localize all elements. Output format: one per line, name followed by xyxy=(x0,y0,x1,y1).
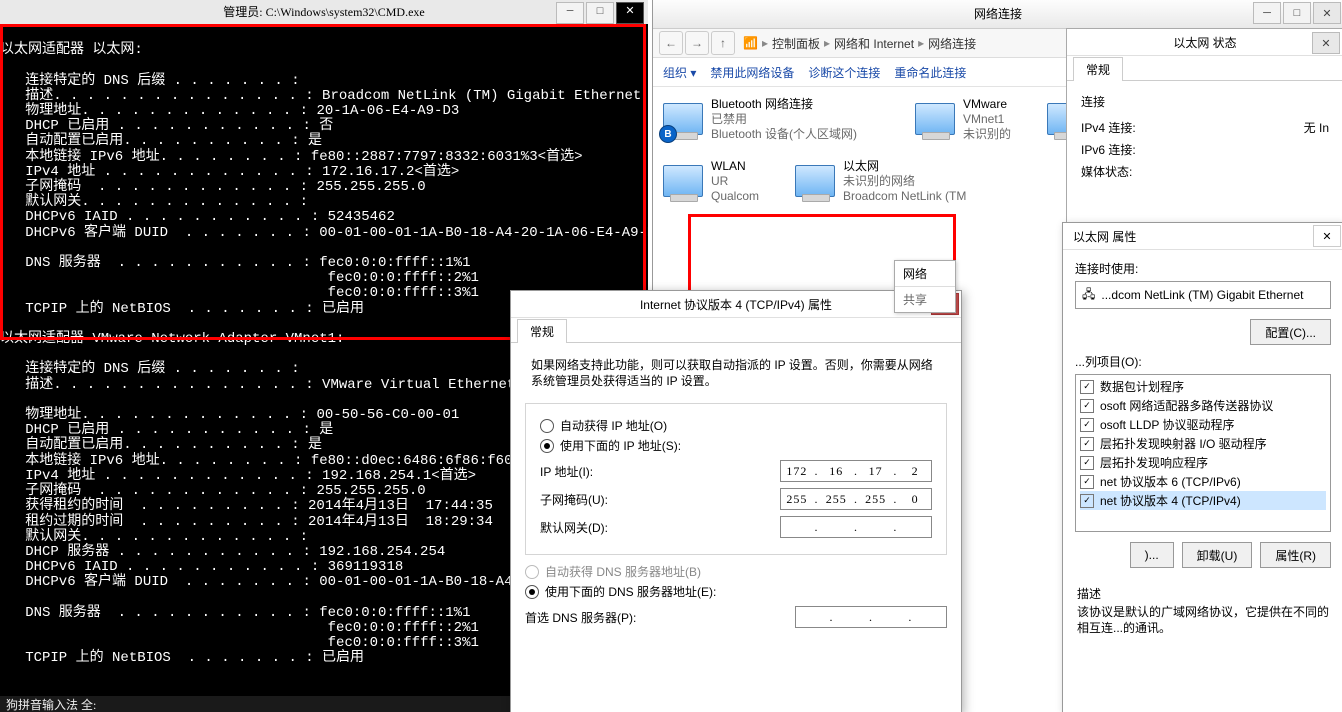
ethernet-properties-dialog: 以太网 属性 ✕ 连接时使用: 🖧 ...dcom NetLink (TM) G… xyxy=(1062,222,1342,712)
ime-bar: 狗拼音输入法 全: xyxy=(0,696,516,712)
breadcrumb: 📶▸ 控制面板▸ 网络和 Internet▸ 网络连接 xyxy=(743,35,976,52)
ip-input[interactable]: 172. 16. 17. 2 xyxy=(780,460,932,482)
radio-ip-manual[interactable]: 使用下面的 IP 地址(S): xyxy=(540,437,932,454)
prop-title: 以太网 属性 xyxy=(1073,228,1136,245)
eth-tab-share[interactable]: 共享 xyxy=(895,287,955,312)
bc-control-panel[interactable]: 控制面板 xyxy=(772,35,820,52)
cmd-maximize[interactable]: □ xyxy=(586,2,614,24)
status-title: 以太网 状态 xyxy=(1173,34,1236,51)
bc-network-internet[interactable]: 网络和 Internet xyxy=(834,35,914,52)
conn-vmnet1[interactable]: VMwareVMnet1未识别的 xyxy=(911,95,1035,151)
bluetooth-icon: B xyxy=(659,125,677,143)
prop-install-button[interactable]: )... xyxy=(1130,542,1174,568)
prop-conn-using-label: 连接时使用: xyxy=(1075,260,1331,277)
list-item-selected: ✓net 协议版本 4 (TCP/IPv4) xyxy=(1080,491,1326,510)
radio-dns-manual[interactable]: 使用下面的 DNS 服务器地址(E): xyxy=(525,583,947,600)
mask-label: 子网掩码(U): xyxy=(540,491,690,508)
mask-input[interactable]: 255. 255. 255. 0 xyxy=(780,488,932,510)
status-tab-general[interactable]: 常规 xyxy=(1073,57,1123,81)
conn-wlan[interactable]: WLANURQualcom xyxy=(659,157,783,213)
gateway-input[interactable]: . . . xyxy=(780,516,932,538)
checkbox-icon[interactable]: ✓ xyxy=(1080,399,1094,413)
nic-small-icon: 🖧 xyxy=(1082,285,1095,306)
nc-minimize[interactable]: ─ xyxy=(1253,2,1281,24)
prop-desc-hdr: 描述 xyxy=(1077,586,1329,602)
gateway-label: 默认网关(D): xyxy=(540,519,690,536)
radio-dns-auto: 自动获得 DNS 服务器地址(B) xyxy=(525,563,947,580)
status-ipv6-label: IPv6 连接: xyxy=(1081,139,1136,161)
radio-ip-auto[interactable]: 自动获得 IP 地址(O) xyxy=(540,417,932,434)
ipv4-tab-general[interactable]: 常规 xyxy=(517,319,567,343)
list-item: ✓osoft 网络适配器多路传送器协议 xyxy=(1080,396,1326,415)
ipv4-title: Internet 协议版本 4 (TCP/IPv4) 属性 xyxy=(640,296,832,313)
status-section-conn: 连接 xyxy=(1081,91,1329,113)
cmd-minimize[interactable]: ─ xyxy=(556,2,584,24)
nav-back[interactable]: ← xyxy=(659,31,683,55)
nav-forward[interactable]: → xyxy=(685,31,709,55)
status-media-label: 媒体状态: xyxy=(1081,161,1132,183)
prop-properties-button[interactable]: 属性(R) xyxy=(1260,542,1331,568)
tb-diagnose[interactable]: 诊断这个连接 xyxy=(808,64,880,81)
list-item: ✓层拓扑发现映射器 I/O 驱动程序 xyxy=(1080,434,1326,453)
nic-icon xyxy=(915,103,955,135)
nic-icon xyxy=(795,165,835,197)
cmd-close[interactable]: ✕ xyxy=(616,2,644,24)
checkbox-icon[interactable]: ✓ xyxy=(1080,456,1094,470)
status-ipv4-label: IPv4 连接: xyxy=(1081,117,1136,139)
prop-device-field: 🖧 ...dcom NetLink (TM) Gigabit Ethernet xyxy=(1075,281,1331,309)
prop-close[interactable]: ✕ xyxy=(1313,225,1341,247)
tb-rename[interactable]: 重命名此连接 xyxy=(894,64,966,81)
dns1-label: 首选 DNS 服务器(P): xyxy=(525,609,675,626)
checkbox-icon[interactable]: ✓ xyxy=(1080,418,1094,432)
nc-title-text: 网络连接 xyxy=(974,0,1022,28)
list-item: ✓net 协议版本 6 (TCP/IPv6) xyxy=(1080,472,1326,491)
cmd-title: 管理员: C:\Windows\system32\CMD.exe xyxy=(0,0,648,24)
conn-ethernet[interactable]: 以太网未识别的网络Broadcom NetLink (TM xyxy=(791,157,1005,213)
checkbox-icon[interactable]: ✓ xyxy=(1080,475,1094,489)
ipv4-intro: 如果网络支持此功能，则可以获取自动指派的 IP 设置。否则，你需要从网络系统管理… xyxy=(531,357,941,389)
conn-bluetooth[interactable]: B Bluetooth 网络连接已禁用Bluetooth 设备(个人区域网) xyxy=(659,95,903,151)
prop-config-button[interactable]: 配置(C)... xyxy=(1250,319,1331,345)
ipv4-properties-dialog: Internet 协议版本 4 (TCP/IPv4) 属性 ✕ 常规 如果网络支… xyxy=(510,290,962,712)
ethernet-status-dialog: 以太网 状态 ✕ 常规 连接 IPv4 连接: 无 In IPv6 连接: 媒体状… xyxy=(1066,28,1342,230)
tb-organize[interactable]: 组织 ▾ xyxy=(663,64,696,81)
prop-list-label: ...列项目(O): xyxy=(1075,353,1331,370)
checkbox-icon[interactable]: ✓ xyxy=(1080,380,1094,394)
list-item: ✓osoft LLDP 协议驱动程序 xyxy=(1080,415,1326,434)
nc-maximize[interactable]: □ xyxy=(1283,2,1311,24)
status-ipv4-value: 无 In xyxy=(1304,117,1329,139)
list-item: ✓数据包计划程序 xyxy=(1080,377,1326,396)
tb-disable[interactable]: 禁用此网络设备 xyxy=(710,64,794,81)
checkbox-icon[interactable]: ✓ xyxy=(1080,494,1094,508)
checkbox-icon[interactable]: ✓ xyxy=(1080,437,1094,451)
bc-network-connections[interactable]: 网络连接 xyxy=(928,35,976,52)
prop-desc: 该协议是默认的广域网络协议，它提供在不同的相互连...的通讯。 xyxy=(1077,604,1329,636)
prop-uninstall-button[interactable]: 卸载(U) xyxy=(1182,542,1253,568)
list-item: ✓层拓扑发现响应程序 xyxy=(1080,453,1326,472)
ipv4-ip-group: 自动获得 IP 地址(O) 使用下面的 IP 地址(S): IP 地址(I): … xyxy=(525,403,947,555)
nic-icon xyxy=(663,165,703,197)
dns1-input[interactable]: ... xyxy=(795,606,947,628)
bc-folder-icon: 📶 xyxy=(743,36,758,50)
status-close[interactable]: ✕ xyxy=(1312,32,1340,54)
nc-close[interactable]: ✕ xyxy=(1313,2,1341,24)
eth-tab-network[interactable]: 网络 xyxy=(895,261,955,287)
prop-items-list[interactable]: ✓数据包计划程序 ✓osoft 网络适配器多路传送器协议 ✓osoft LLDP… xyxy=(1075,374,1331,532)
nav-up[interactable]: ↑ xyxy=(711,31,735,55)
nc-titlebar[interactable]: 网络连接 ─ □ ✕ xyxy=(653,0,1342,29)
eth-tab-popup: 网络 共享 xyxy=(894,260,956,313)
ip-label: IP 地址(I): xyxy=(540,463,690,480)
